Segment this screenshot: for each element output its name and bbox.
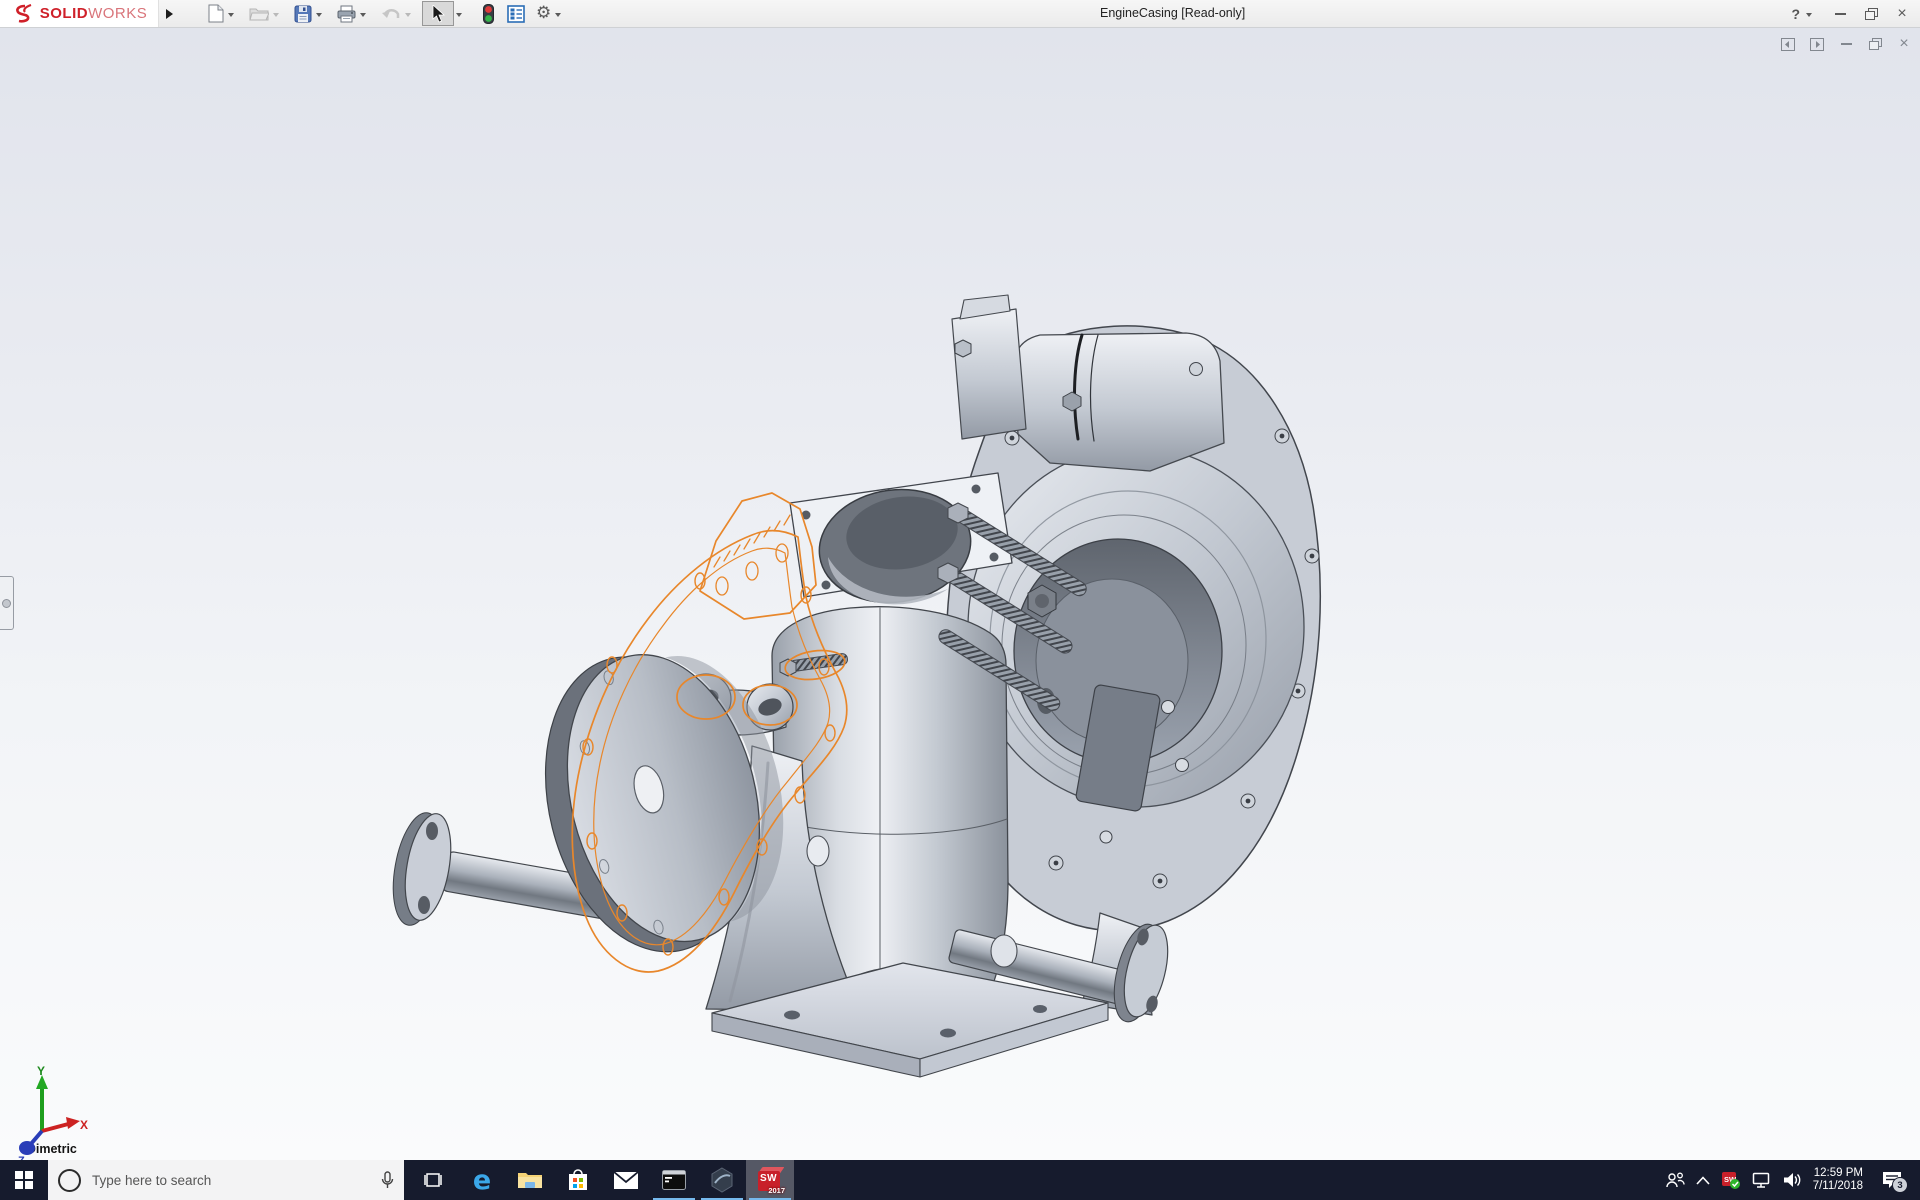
options-caret[interactable] (555, 13, 561, 17)
taskbar-edge[interactable]: e (458, 1160, 506, 1200)
chevron-up-icon[interactable] (1696, 1176, 1710, 1185)
notification-badge: 3 (1892, 1177, 1908, 1193)
triad-y-label: Y (37, 1064, 45, 1078)
dock-left-icon[interactable] (1780, 36, 1796, 52)
help-caret[interactable] (1806, 13, 1812, 17)
taskbar-command-prompt[interactable] (650, 1160, 698, 1200)
minimize-icon[interactable] (1832, 6, 1848, 22)
task-view-button[interactable] (410, 1160, 458, 1200)
solidworks-window: × *Dimetric Y X Z SOLIDWORKS (0, 0, 1920, 1200)
network-icon[interactable] (1752, 1172, 1772, 1188)
select-tool-button[interactable] (422, 1, 454, 26)
new-document-button[interactable] (206, 2, 226, 26)
taskbar-clock[interactable]: 12:59 PM 7/11/2018 (1813, 1167, 1863, 1194)
system-tray: SW 12:59 PM (1665, 1160, 1920, 1200)
new-document-caret[interactable] (228, 13, 234, 17)
help-icon[interactable]: ? (1791, 6, 1800, 22)
triad-x-label: X (80, 1118, 88, 1132)
task-view-icon (424, 1171, 444, 1189)
options-gear-button[interactable]: ⚙ (534, 2, 553, 26)
taskbar: e (0, 1160, 1920, 1200)
taskbar-file-explorer[interactable] (506, 1160, 554, 1200)
mail-icon (614, 1172, 638, 1189)
solidworks-ds-mark-icon (11, 4, 37, 24)
taskbar-hexagon-app[interactable] (698, 1160, 746, 1200)
doc-close-icon[interactable]: × (1896, 36, 1912, 52)
titlebar: SOLIDWORKS (0, 0, 1920, 28)
standard-toolbar: ⚙ (206, 0, 566, 27)
store-icon (567, 1168, 589, 1192)
window-controls: ? × (1791, 0, 1910, 27)
document-title: EngineCasing [Read-only] (1100, 0, 1245, 27)
taskbar-mail[interactable] (602, 1160, 650, 1200)
rebuild-button[interactable] (481, 2, 496, 26)
taskbar-solidworks-2017[interactable]: SW 2017 (746, 1160, 794, 1200)
print-caret[interactable] (360, 13, 366, 17)
command-prompt-icon (662, 1170, 686, 1190)
search-input[interactable] (90, 1172, 372, 1189)
restore-icon[interactable] (1863, 6, 1879, 22)
save-button[interactable] (292, 2, 314, 26)
panel-tab-dot-icon (2, 599, 11, 608)
windows-logo-icon (15, 1171, 33, 1189)
cortana-icon (58, 1169, 81, 1192)
doc-minimize-icon[interactable] (1838, 36, 1854, 52)
edge-icon: e (473, 1167, 491, 1194)
print-button[interactable] (335, 2, 358, 26)
hexagon-app-icon (710, 1167, 734, 1193)
top-bracket-left[interactable] (952, 309, 1026, 439)
undo-caret[interactable] (405, 13, 411, 17)
coordinate-triad: Y X Z (12, 1063, 90, 1175)
open-button[interactable] (247, 2, 271, 26)
taskbar-store[interactable] (554, 1160, 602, 1200)
dock-right-icon[interactable] (1809, 36, 1825, 52)
solidworks-resource-monitor-icon[interactable]: SW (1721, 1171, 1741, 1190)
save-caret[interactable] (316, 13, 322, 17)
graphics-viewport[interactable]: × *Dimetric Y X Z (0, 27, 1920, 1161)
engine-casing-model[interactable] (0, 28, 1920, 1161)
toolbar-expand-arrow[interactable] (161, 3, 177, 24)
start-button[interactable] (0, 1160, 48, 1200)
select-tool-caret[interactable] (456, 13, 462, 17)
volume-icon[interactable] (1783, 1172, 1802, 1188)
clock-date: 7/11/2018 (1813, 1180, 1863, 1194)
solidworks-logo: SOLIDWORKS (0, 0, 159, 27)
close-icon[interactable]: × (1894, 6, 1910, 22)
solidworks-app-icon: SW 2017 (757, 1167, 783, 1193)
document-window-controls: × (1780, 36, 1912, 52)
file-explorer-icon (517, 1170, 543, 1190)
collapsed-panel-tab[interactable] (0, 576, 14, 630)
gear-icon: ⚙ (536, 5, 551, 22)
doc-restore-icon[interactable] (1867, 36, 1883, 52)
action-center-button[interactable]: 3 (1882, 1171, 1902, 1189)
open-caret[interactable] (273, 13, 279, 17)
clock-time: 12:59 PM (1813, 1167, 1863, 1181)
taskbar-search[interactable] (48, 1160, 404, 1200)
solidworks-wordmark: SOLIDWORKS (40, 5, 148, 22)
people-icon[interactable] (1665, 1172, 1685, 1188)
microphone-icon[interactable] (381, 1171, 394, 1190)
top-bracket[interactable] (1014, 333, 1224, 471)
undo-button[interactable] (379, 2, 403, 26)
display-pane-button[interactable] (505, 2, 527, 26)
